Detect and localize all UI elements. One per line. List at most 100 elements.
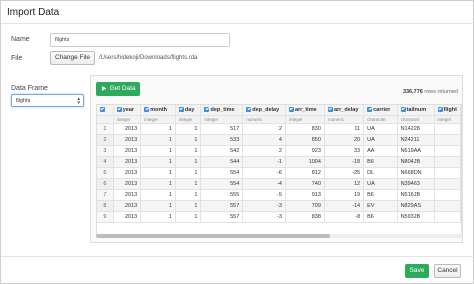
table-cell: 913	[285, 189, 325, 201]
rows-count: 336,776	[402, 89, 423, 95]
table-cell: 2013	[113, 200, 142, 212]
row-index: 6	[97, 178, 114, 190]
table-cell: 1	[175, 211, 202, 223]
table-cell: AA	[363, 145, 398, 157]
column-checkbox[interactable]	[367, 106, 373, 112]
column-header[interactable]: dep_time	[200, 105, 244, 116]
type-cell: integer	[175, 115, 202, 124]
table-cell: 2013	[113, 167, 142, 179]
type-cell: integer	[200, 115, 244, 124]
table-cell: 544	[200, 156, 244, 168]
column-checkbox[interactable]	[400, 106, 406, 112]
type-cell: integer	[285, 115, 325, 124]
column-header[interactable]: arr_delay	[324, 105, 365, 116]
column-checkbox[interactable]	[327, 106, 333, 112]
change-file-button[interactable]: Change File	[50, 51, 95, 65]
type-cell: character	[363, 115, 398, 124]
select-all-checkbox[interactable]	[100, 106, 105, 112]
table-cell: 2013	[113, 145, 142, 157]
column-header[interactable]: day	[175, 105, 202, 116]
table-cell: 1	[140, 200, 176, 212]
table-cell: N14228	[397, 123, 435, 135]
column-checkbox[interactable]	[437, 106, 443, 112]
table-cell: EV	[363, 200, 398, 212]
name-input[interactable]: flights	[50, 33, 230, 47]
column-header[interactable]: arr_time	[285, 105, 325, 116]
column-header[interactable]: flight	[434, 105, 461, 116]
select-all-header[interactable]	[97, 105, 114, 116]
title-divider	[1, 23, 474, 24]
table-row: 9 2013 1 1 557 -3 838 -8 B6 N593JB	[97, 211, 461, 223]
table-cell: 1	[175, 156, 202, 168]
table-cell	[434, 134, 461, 146]
table-cell: N668DN	[397, 167, 435, 179]
table-cell: -6	[242, 167, 286, 179]
table-cell: 1004	[285, 156, 325, 168]
type-cell: numeric	[324, 115, 365, 124]
table-row: 4 2013 1 1 544 -1 1004 -18 B6 N804JB	[97, 156, 461, 168]
get-data-button[interactable]: ▶ Get Data	[96, 82, 140, 96]
table-cell: 1	[140, 178, 176, 190]
column-checkbox[interactable]	[116, 106, 122, 112]
table-cell: 812	[285, 167, 325, 179]
table-cell: -25	[324, 167, 365, 179]
table-cell: N619AA	[397, 145, 435, 157]
table-cell: 1	[140, 189, 176, 201]
table-cell: 533	[200, 134, 244, 146]
data-table-wrapper: year month day dep_time dep_delay arr_ti…	[96, 104, 462, 237]
data-frame-select[interactable]: flights ▴ ▾	[11, 94, 84, 107]
column-header[interactable]: month	[140, 105, 176, 116]
column-checkbox[interactable]	[204, 106, 210, 112]
column-name: flight	[443, 106, 457, 113]
column-name: dep_time	[210, 106, 235, 113]
table-cell: N24211	[397, 134, 435, 146]
table-row: 8 2013 1 1 557 -3 709 -14 EV N829AS	[97, 200, 461, 212]
table-cell: -5	[242, 189, 286, 201]
column-header[interactable]: dep_delay	[242, 105, 286, 116]
data-frame-label: Data Frame	[11, 85, 48, 92]
table-cell: N804JB	[397, 156, 435, 168]
dialog-title: Import Data	[7, 7, 60, 18]
table-cell: -1	[242, 156, 286, 168]
column-name: year	[122, 106, 135, 113]
column-checkbox[interactable]	[288, 106, 294, 112]
table-cell: N39463	[397, 178, 435, 190]
cancel-button[interactable]: Cancel	[434, 264, 461, 278]
column-checkbox[interactable]	[178, 106, 184, 112]
table-cell	[434, 145, 461, 157]
table-cell: 11	[324, 123, 365, 135]
table-cell	[434, 211, 461, 223]
column-checkbox[interactable]	[144, 106, 150, 112]
save-button[interactable]: Save	[405, 264, 429, 278]
table-cell: N516JB	[397, 189, 435, 201]
type-cell: integer	[434, 115, 461, 124]
table-cell: 554	[200, 167, 244, 179]
column-header[interactable]: tailnum	[397, 105, 435, 116]
table-cell: -3	[242, 211, 286, 223]
column-checkbox[interactable]	[246, 106, 252, 112]
table-cell: 1	[175, 145, 202, 157]
table-cell: 517	[200, 123, 244, 135]
table-cell: -8	[324, 211, 365, 223]
table-cell: B6	[363, 211, 398, 223]
table-cell: 923	[285, 145, 325, 157]
row-index: 5	[97, 167, 114, 179]
table-row: 2 2013 1 1 533 4 850 20 UA N24211	[97, 134, 461, 146]
horizontal-scrollbar[interactable]	[96, 234, 462, 238]
type-cell: integer	[113, 115, 142, 124]
row-index: 8	[97, 200, 114, 212]
table-cell: 830	[285, 123, 325, 135]
select-arrows-icon: ▴ ▾	[77, 96, 80, 106]
column-header[interactable]: year	[113, 105, 142, 116]
get-data-label: Get Data	[109, 85, 136, 92]
table-row: 6 2013 1 1 554 -4 740 12 UA N39463	[97, 178, 461, 190]
column-name: arr_time	[294, 106, 317, 113]
table-cell: 1	[140, 134, 176, 146]
column-header[interactable]: carrier	[363, 105, 398, 116]
table-body: 1 2013 1 1 517 2 830 11 UA N14228 2 2013 1 1 533 4 850 20…	[97, 123, 461, 223]
header-row: year month day dep_time dep_delay arr_ti…	[97, 105, 461, 116]
row-index: 4	[97, 156, 114, 168]
scrollbar-thumb[interactable]	[96, 234, 330, 238]
rows-returned: 336,776 rows returned	[403, 89, 458, 95]
type-cell: numeric	[242, 115, 286, 124]
